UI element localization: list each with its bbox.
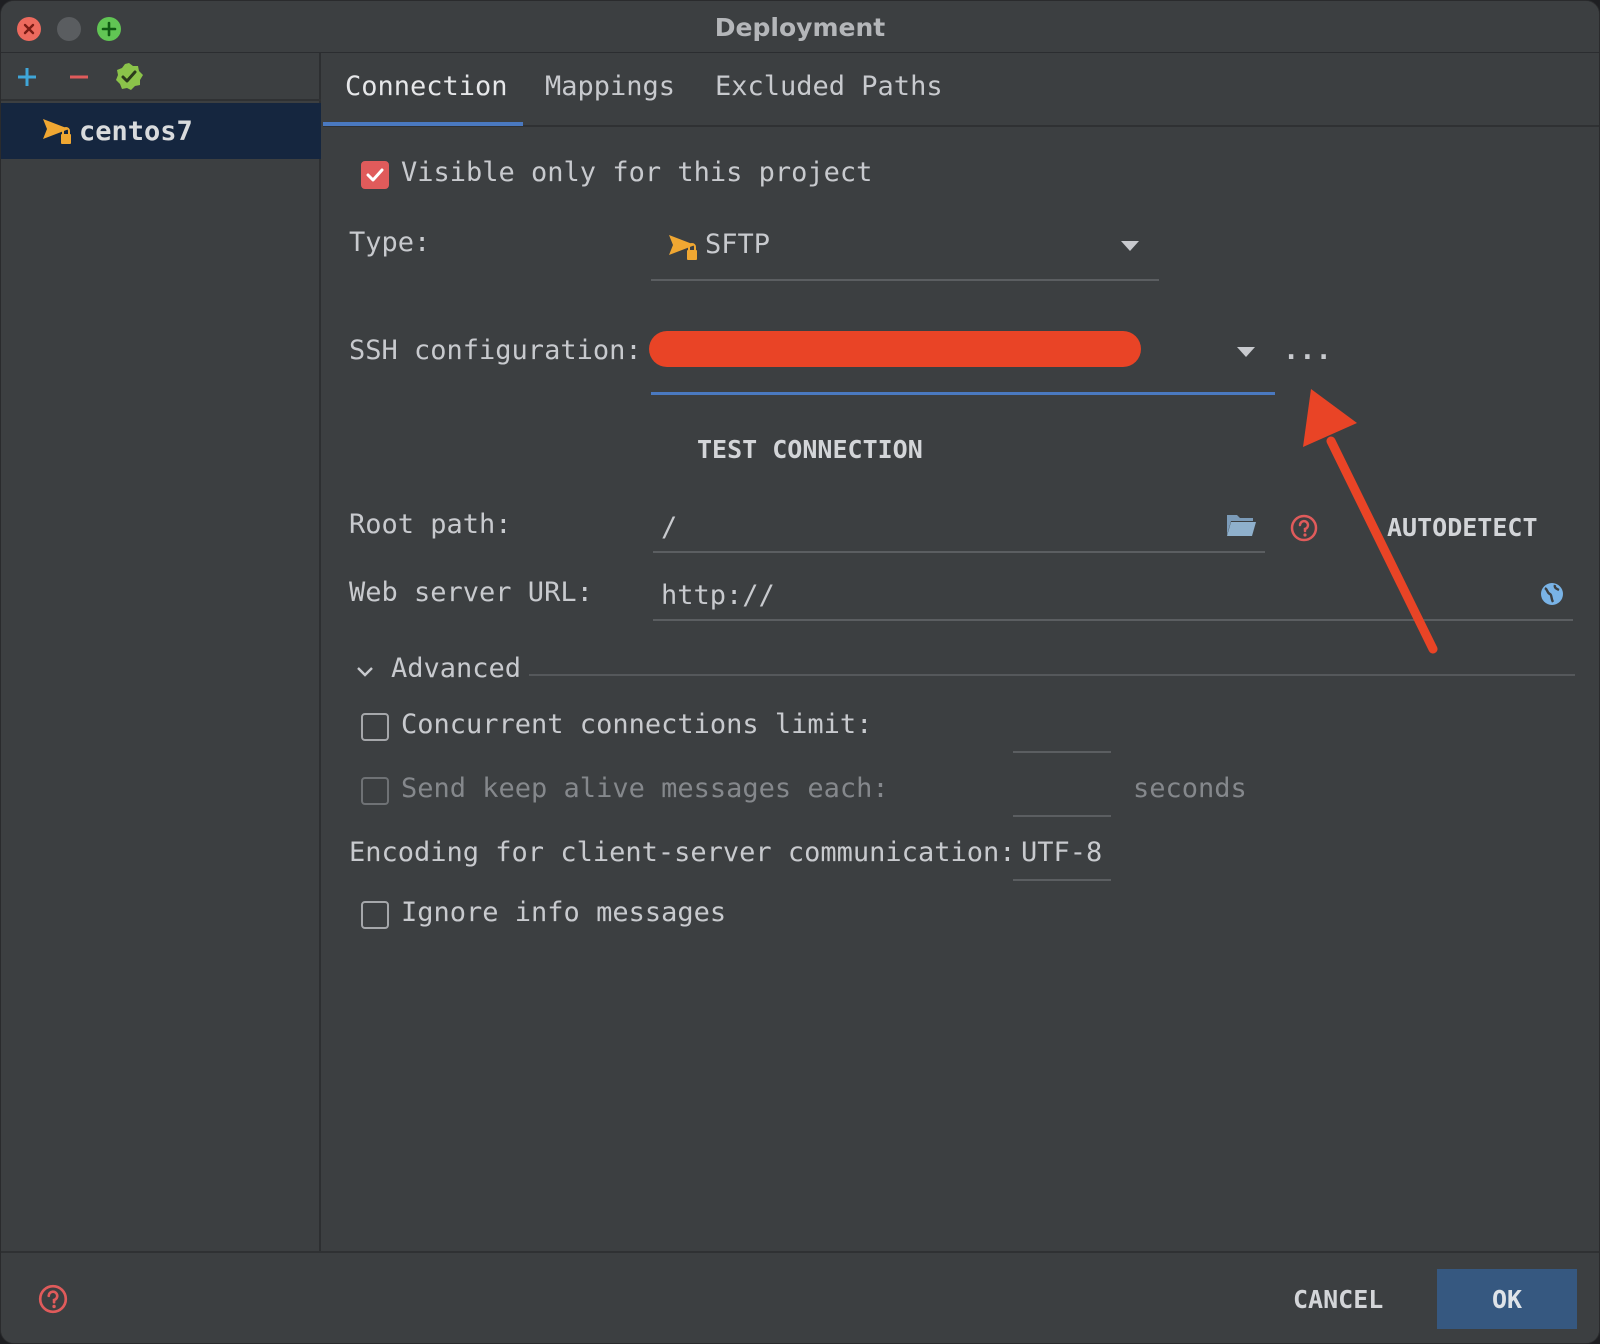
server-list-sidebar: centos7	[1, 53, 321, 1251]
deployment-dialog: Deployment centos7 Connection Mappings E…	[0, 0, 1600, 1344]
web-server-url-label: Web server URL:	[349, 577, 593, 608]
root-path-underline	[653, 551, 1265, 553]
tab-mappings[interactable]: Mappings	[545, 71, 675, 102]
visible-only-label: Visible only for this project	[401, 157, 873, 188]
chevron-down-icon	[1237, 347, 1255, 357]
test-connection-button[interactable]: TEST CONNECTION	[697, 435, 923, 464]
root-path-input[interactable]	[653, 505, 1213, 549]
seconds-label: seconds	[1133, 773, 1247, 804]
folder-icon[interactable]	[1225, 511, 1257, 539]
concurrent-connections-checkbox[interactable]	[361, 713, 389, 741]
type-value: SFTP	[705, 229, 771, 260]
concurrent-connections-input[interactable]	[1013, 751, 1111, 753]
annotation-arrow	[1303, 389, 1438, 654]
concurrent-connections-label: Concurrent connections limit:	[401, 709, 873, 740]
checkmark-icon	[366, 168, 384, 182]
type-select-underline	[651, 279, 1159, 281]
keep-alive-checkbox[interactable]	[361, 777, 389, 805]
encoding-value[interactable]: UTF-8	[1021, 837, 1102, 868]
set-default-button[interactable]	[111, 59, 147, 95]
sftp-icon	[669, 235, 697, 260]
help-icon[interactable]	[37, 1283, 69, 1315]
sidebar-item-label: centos7	[79, 115, 193, 147]
active-tab-indicator	[323, 122, 523, 126]
keep-alive-input[interactable]	[1013, 815, 1111, 817]
redacted-ssh-value	[649, 331, 1141, 367]
advanced-separator	[529, 674, 1575, 676]
type-label: Type:	[349, 227, 431, 258]
cancel-button[interactable]: CANCEL	[1293, 1285, 1383, 1314]
title-bar: Deployment	[1, 1, 1599, 53]
type-select[interactable]: SFTP	[651, 221, 1159, 283]
chevron-down-icon[interactable]	[355, 665, 375, 679]
add-server-button[interactable]	[9, 59, 45, 95]
ignore-info-checkbox[interactable]	[361, 901, 389, 929]
encoding-label: Encoding for client-server communication…	[349, 837, 1016, 868]
ignore-info-label: Ignore info messages	[401, 897, 727, 928]
root-path-label: Root path:	[349, 509, 512, 540]
minus-icon	[70, 75, 88, 79]
encoding-underline	[1013, 879, 1111, 881]
window-title: Deployment	[714, 13, 886, 42]
remove-server-button[interactable]	[61, 59, 97, 95]
advanced-section-header[interactable]: Advanced	[391, 653, 521, 684]
tab-bar: Connection Mappings Excluded Paths	[323, 53, 1599, 127]
keep-alive-label: Send keep alive messages each:	[401, 773, 889, 804]
sidebar-item-centos7[interactable]: centos7	[1, 103, 321, 159]
ok-button[interactable]: OK	[1437, 1269, 1577, 1329]
ssh-configuration-more-button[interactable]: ...	[1283, 335, 1332, 366]
check-badge-icon	[116, 63, 143, 90]
ssh-configuration-label: SSH configuration:	[349, 335, 642, 366]
globe-icon[interactable]	[1539, 581, 1565, 607]
sftp-icon	[43, 119, 71, 144]
tab-excluded-paths[interactable]: Excluded Paths	[715, 71, 943, 102]
visible-only-checkbox[interactable]	[361, 161, 389, 189]
plus-icon	[18, 68, 36, 86]
tab-connection[interactable]: Connection	[345, 71, 508, 102]
chevron-down-icon	[1121, 241, 1139, 251]
ssh-select-underline	[651, 392, 1275, 395]
sidebar-toolbar	[1, 53, 321, 101]
